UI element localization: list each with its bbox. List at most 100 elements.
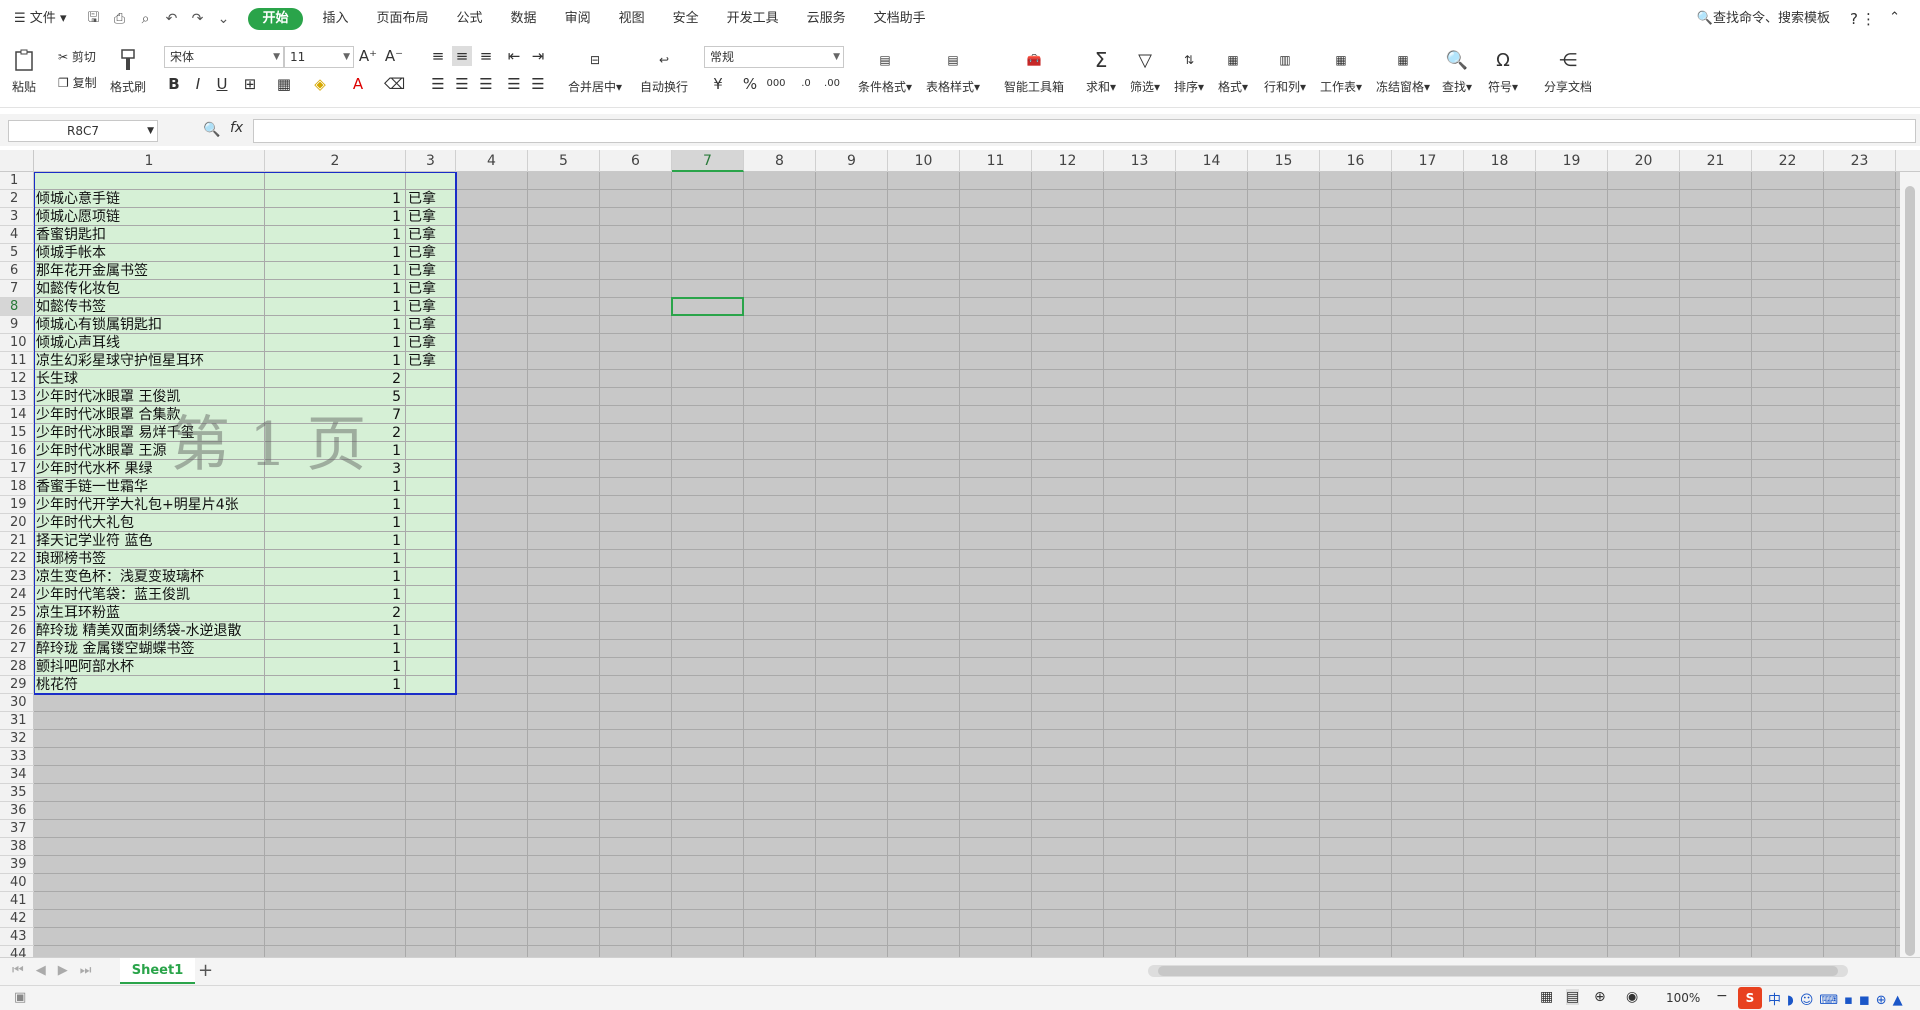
percent-icon[interactable]: %: [740, 74, 760, 94]
redo-icon[interactable]: ↷: [187, 9, 207, 29]
ime-toolbar-icons[interactable]: 中◗☺⌨▪◼⊕▲: [1768, 989, 1909, 1008]
menu-tab-4[interactable]: 数据: [497, 0, 551, 38]
row-col-button[interactable]: ▥ 行和列▾: [1264, 46, 1306, 95]
undo-icon[interactable]: ↶: [161, 9, 181, 29]
border-icon[interactable]: ⊞: [240, 74, 260, 94]
menu-tab-9[interactable]: 云服务: [793, 0, 860, 38]
worksheet-button[interactable]: ▦ 工作表▾: [1320, 46, 1362, 95]
row-header-4[interactable]: 4: [0, 226, 34, 244]
row-header-18[interactable]: 18: [0, 478, 34, 496]
eye-icon[interactable]: ◉: [1626, 989, 1638, 1005]
currency-icon[interactable]: ¥: [708, 74, 728, 94]
row-header-34[interactable]: 34: [0, 766, 34, 784]
clear-icon[interactable]: ⌫: [384, 74, 405, 94]
copy-button[interactable]: ❐ 复制: [58, 74, 97, 91]
more-icon[interactable]: ⋮: [1861, 10, 1876, 28]
table-style-button[interactable]: ▤ 表格样式▾: [926, 46, 980, 95]
print-preview-icon[interactable]: ⌕: [135, 9, 155, 29]
row-header-37[interactable]: 37: [0, 820, 34, 838]
row-header-30[interactable]: 30: [0, 694, 34, 712]
horizontal-scrollbar[interactable]: [1148, 965, 1848, 977]
conditional-format-button[interactable]: ▤ 条件格式▾: [858, 46, 912, 95]
row-header-3[interactable]: 3: [0, 208, 34, 226]
row-header-43[interactable]: 43: [0, 928, 34, 946]
select-all-corner[interactable]: [0, 150, 34, 172]
row-header-12[interactable]: 12: [0, 370, 34, 388]
column-header-19[interactable]: 19: [1536, 150, 1608, 172]
row-header-36[interactable]: 36: [0, 802, 34, 820]
print-icon[interactable]: ⎙: [109, 9, 129, 29]
row-header-15[interactable]: 15: [0, 424, 34, 442]
zoom-out-icon[interactable]: −: [1716, 988, 1728, 1004]
column-header-5[interactable]: 5: [528, 150, 600, 172]
h-scroll-thumb[interactable]: [1158, 966, 1838, 976]
row-header-39[interactable]: 39: [0, 856, 34, 874]
tab-nav-icons[interactable]: ⏮◀▶⏭: [12, 963, 103, 978]
add-sheet-icon[interactable]: +: [198, 960, 213, 981]
menu-tab-10[interactable]: 文档助手: [860, 0, 940, 38]
share-button[interactable]: ⋲ 分享文档: [1544, 46, 1592, 95]
column-header-22[interactable]: 22: [1752, 150, 1824, 172]
row-header-40[interactable]: 40: [0, 874, 34, 892]
column-header-9[interactable]: 9: [816, 150, 888, 172]
decrease-decimal-icon[interactable]: .00: [822, 74, 842, 94]
page-break-view-icon[interactable]: ▤: [1566, 989, 1580, 1005]
collapse-ribbon-icon[interactable]: ⌃: [1889, 10, 1900, 25]
row-header-17[interactable]: 17: [0, 460, 34, 478]
zoom-formula-icon[interactable]: 🔍: [203, 122, 220, 138]
column-header-11[interactable]: 11: [960, 150, 1032, 172]
column-header-10[interactable]: 10: [888, 150, 960, 172]
column-header-3[interactable]: 3: [406, 150, 456, 172]
macro-icon[interactable]: ▣: [14, 990, 26, 1005]
row-header-27[interactable]: 27: [0, 640, 34, 658]
name-box[interactable]: R8C7 ▼: [8, 120, 158, 142]
row-header-26[interactable]: 26: [0, 622, 34, 640]
row-header-9[interactable]: 9: [0, 316, 34, 334]
find-button[interactable]: 🔍 查找▾: [1442, 46, 1472, 95]
filter-button[interactable]: ▽ 筛选▾: [1130, 46, 1160, 95]
row-header-29[interactable]: 29: [0, 676, 34, 694]
cut-button[interactable]: ✂ 剪切: [58, 48, 96, 65]
row-header-38[interactable]: 38: [0, 838, 34, 856]
row-header-11[interactable]: 11: [0, 352, 34, 370]
row-header-28[interactable]: 28: [0, 658, 34, 676]
column-header-4[interactable]: 4: [456, 150, 528, 172]
menu-tab-7[interactable]: 安全: [659, 0, 713, 38]
paste-button[interactable]: 粘贴: [12, 46, 36, 95]
align-bottom-icon[interactable]: ≡: [476, 46, 496, 66]
row-header-5[interactable]: 5: [0, 244, 34, 262]
column-header-18[interactable]: 18: [1464, 150, 1536, 172]
page-layout-icon[interactable]: ⊕: [1594, 989, 1606, 1005]
underline-icon[interactable]: U: [212, 74, 232, 94]
menu-tab-0[interactable]: 开始: [248, 8, 303, 30]
align-right-icon[interactable]: ☰: [476, 74, 496, 94]
row-header-35[interactable]: 35: [0, 784, 34, 802]
indent-decrease-icon[interactable]: ⇤: [504, 46, 524, 66]
row-header-23[interactable]: 23: [0, 568, 34, 586]
row-header-41[interactable]: 41: [0, 892, 34, 910]
symbol-button[interactable]: Ω 符号▾: [1488, 46, 1518, 95]
font-grow-icon[interactable]: A⁺: [358, 46, 378, 66]
customize-icon[interactable]: ⌄: [213, 9, 233, 29]
command-search[interactable]: 🔍查找命令、搜索模板: [1697, 0, 1830, 38]
thousands-icon[interactable]: 000: [766, 74, 786, 94]
row-header-31[interactable]: 31: [0, 712, 34, 730]
scroll-thumb[interactable]: [1905, 186, 1915, 956]
font-shrink-icon[interactable]: A⁻: [384, 46, 404, 66]
wrap-text-button[interactable]: ↩ 自动换行: [640, 46, 688, 95]
column-header-2[interactable]: 2: [265, 150, 406, 172]
column-header-15[interactable]: 15: [1248, 150, 1320, 172]
row-header-21[interactable]: 21: [0, 532, 34, 550]
column-header-7[interactable]: 7: [672, 150, 744, 172]
menu-tab-5[interactable]: 审阅: [551, 0, 605, 38]
distributed-icon[interactable]: ☰: [528, 74, 548, 94]
fx-icon[interactable]: fx: [230, 120, 243, 136]
column-header-6[interactable]: 6: [600, 150, 672, 172]
freeze-panes-button[interactable]: ▦ 冻结窗格▾: [1376, 46, 1430, 95]
row-header-24[interactable]: 24: [0, 586, 34, 604]
fill-color-icon[interactable]: ◈: [310, 74, 330, 94]
row-header-14[interactable]: 14: [0, 406, 34, 424]
row-header-42[interactable]: 42: [0, 910, 34, 928]
column-header-12[interactable]: 12: [1032, 150, 1104, 172]
row-header-13[interactable]: 13: [0, 388, 34, 406]
